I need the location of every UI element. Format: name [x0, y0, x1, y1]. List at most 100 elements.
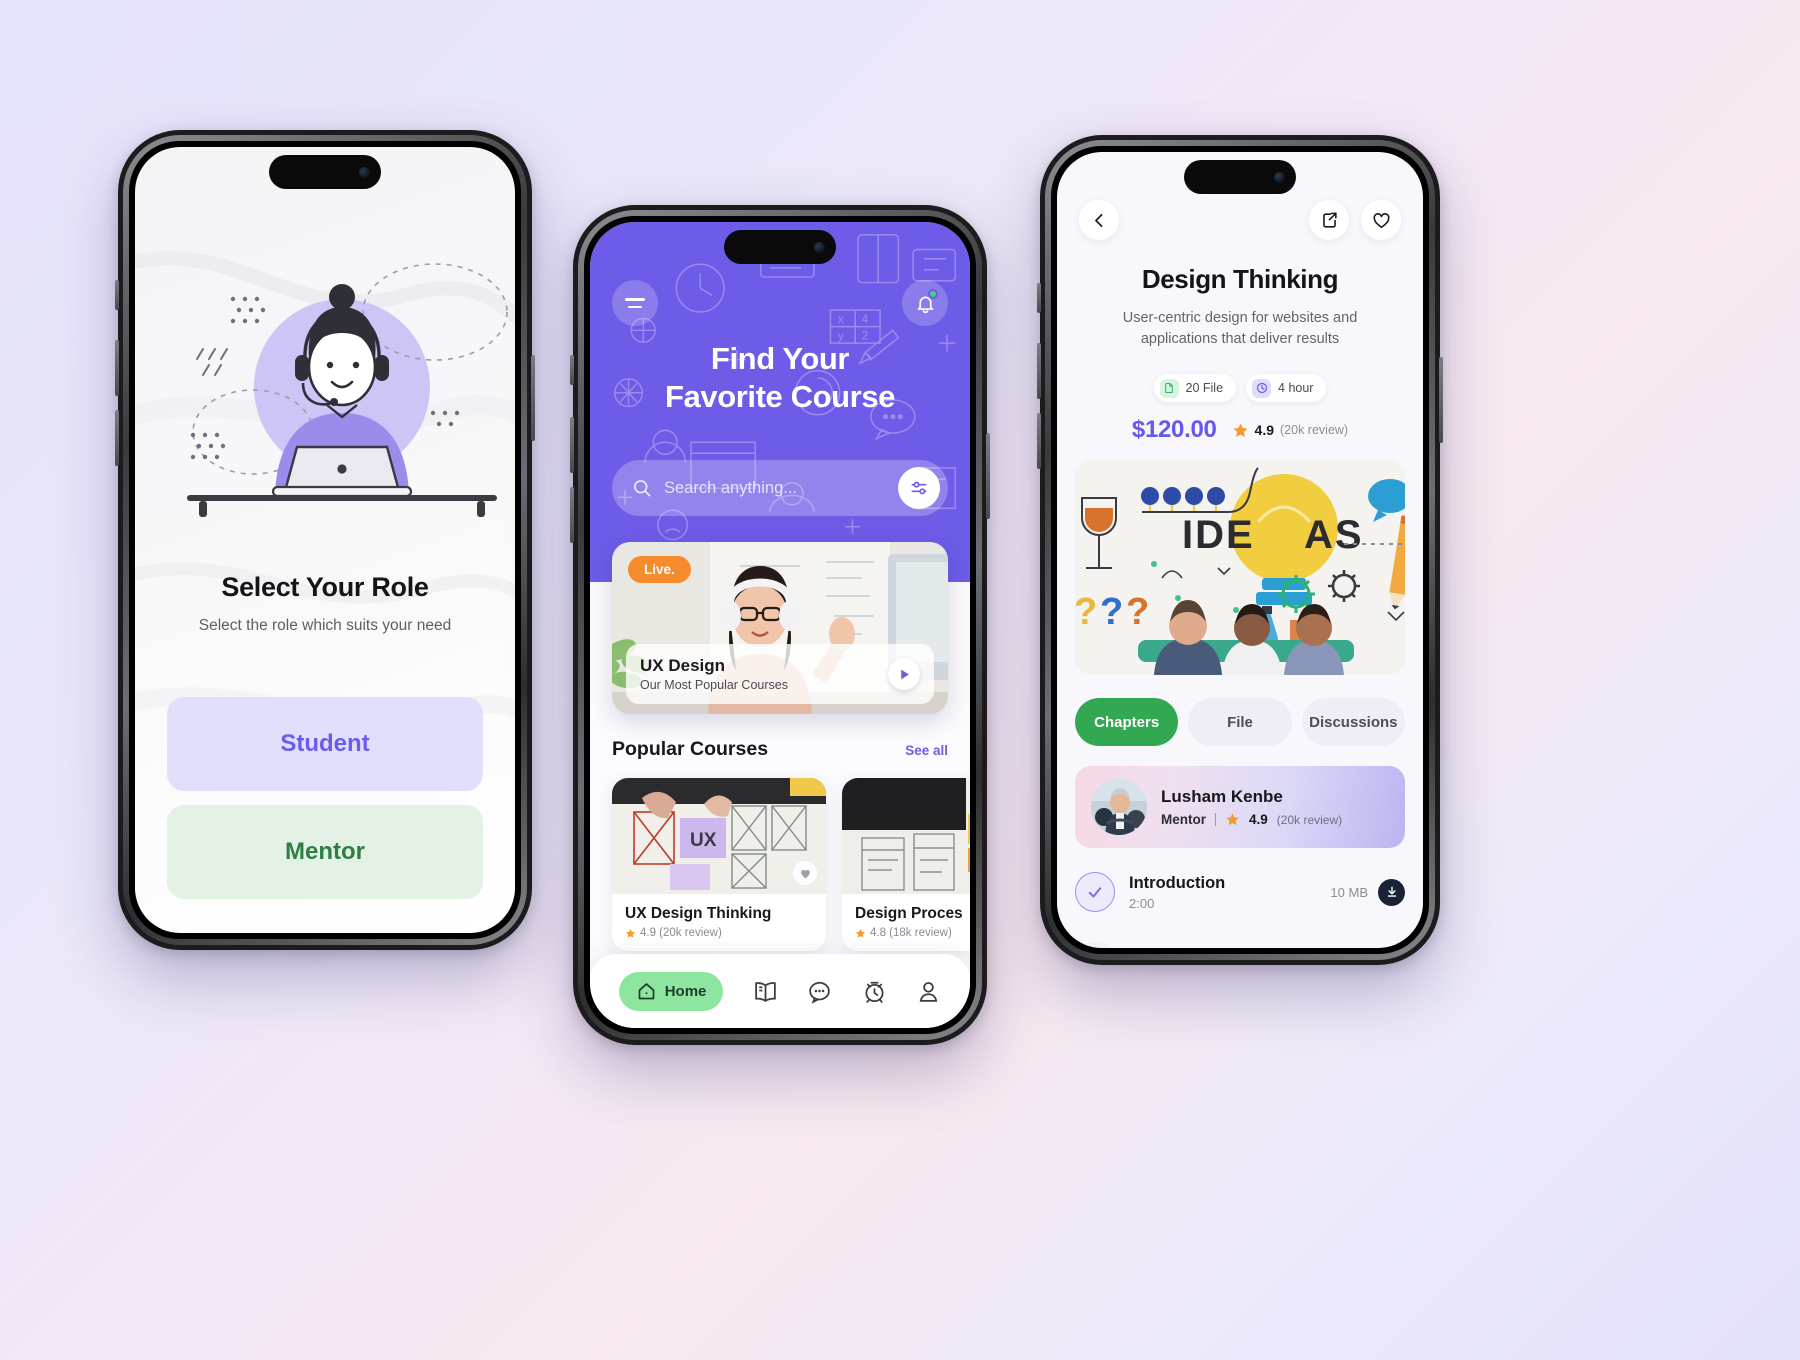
svg-text:?: ? — [1075, 591, 1097, 633]
hamburger-menu-icon[interactable] — [612, 280, 658, 326]
front-camera-icon — [814, 241, 825, 253]
mentor-role: Mentor — [1161, 812, 1206, 827]
play-glyph — [900, 669, 909, 679]
svg-text:AS: AS — [1304, 513, 1364, 557]
phone2-volume-down-button[interactable] — [570, 487, 574, 543]
tab-file[interactable]: File — [1188, 698, 1292, 746]
mentor-role-button[interactable]: Mentor — [167, 805, 483, 899]
phone2-inner: x 4 y 2 Find Your Favorite Course Search… — [584, 216, 976, 1034]
heart-glyph — [800, 869, 810, 878]
phone3-inner: Design Thinking User-centric design for … — [1051, 146, 1429, 954]
chapter-info: Introduction 2:00 — [1129, 874, 1225, 911]
course-rating: 4.9 (20k review) — [1232, 422, 1348, 439]
download-icon[interactable] — [1378, 878, 1405, 906]
tab-reminders[interactable] — [862, 979, 887, 1004]
play-icon[interactable] — [888, 658, 920, 690]
bottom-navigation-bar: Home — [590, 954, 970, 1028]
tab-home[interactable]: Home — [618, 971, 724, 1011]
toolbar-actions — [1309, 200, 1401, 240]
home-heading: Find Your Favorite Course — [590, 340, 970, 416]
book-icon — [755, 981, 776, 1002]
phone1-volume-down-button[interactable] — [115, 410, 119, 466]
phone3-power-button[interactable] — [1439, 357, 1443, 443]
sliders-filter-icon[interactable] — [898, 467, 940, 509]
bell-icon[interactable] — [902, 280, 948, 326]
course-hero-image: IDE AS ? ? ? — [1075, 460, 1405, 675]
chapter-row[interactable]: Instant Idea 200 MB — [1075, 942, 1405, 948]
svg-text:?: ? — [1126, 591, 1149, 633]
svg-text:UX: UX — [690, 830, 717, 851]
svg-text:x: x — [838, 312, 844, 326]
check-circle-icon — [1075, 872, 1115, 912]
chevron-left-icon — [1094, 213, 1102, 227]
tab-home-label: Home — [664, 982, 707, 1000]
live-card-text: UX Design Our Most Popular Courses — [640, 656, 788, 692]
mentor-card[interactable]: Lusham Kenbe Mentor 4.9 (20k review) — [1075, 766, 1405, 848]
file-icon — [1159, 378, 1179, 398]
course-detail-tabs: Chapters File Discussions — [1075, 698, 1405, 746]
mentor-info: Lusham Kenbe Mentor 4.9 (20k review) — [1161, 787, 1342, 827]
mentor-role-label: Mentor — [285, 838, 365, 865]
heart-icon[interactable] — [793, 861, 817, 885]
phone2-power-button[interactable] — [986, 433, 990, 519]
mentor-meta: Mentor 4.9 (20k review) — [1161, 812, 1342, 827]
tab-library[interactable] — [753, 979, 778, 1004]
course-detail-screen: Design Thinking User-centric design for … — [1057, 152, 1423, 948]
back-button[interactable] — [1079, 200, 1119, 240]
star-icon — [1226, 813, 1239, 826]
search-input[interactable]: Search anything... — [664, 479, 898, 498]
live-card-title: UX Design — [640, 656, 726, 675]
share-icon — [1322, 212, 1337, 228]
see-all-link[interactable]: See all — [905, 743, 948, 758]
phone2-mute-button[interactable] — [570, 355, 574, 385]
course-card[interactable]: Design Proces 4.8 (18k review) — [842, 778, 970, 951]
front-camera-icon — [1274, 171, 1285, 183]
course-card[interactable]: UX UX Design Thinking 4.9 (20k review) — [612, 778, 826, 951]
mockup-stage: Select Your Role Select the role which s… — [0, 0, 1800, 1360]
course-subtitle: User-centric design for websites and app… — [1122, 310, 1358, 347]
phone3-volume-down-button[interactable] — [1037, 413, 1041, 469]
phone3-volume-up-button[interactable] — [1037, 343, 1041, 399]
front-camera-icon — [359, 166, 370, 178]
notification-dot — [928, 289, 938, 299]
duration-badge: 4 hour — [1246, 374, 1327, 402]
live-card-overlay: UX Design Our Most Popular Courses — [626, 644, 934, 704]
heart-icon — [1372, 212, 1390, 228]
live-course-card[interactable]: Live. UX Design Our Most Popular Courses — [612, 542, 948, 714]
course-rating-text: 4.9 (20k review) — [640, 927, 722, 939]
course-thumbnail: UX — [612, 778, 826, 894]
hamburger-line — [628, 305, 642, 309]
tab-discussions[interactable]: Discussions — [1301, 698, 1405, 746]
share-button[interactable] — [1309, 200, 1349, 240]
person-icon — [919, 981, 938, 1002]
chapter-row[interactable]: Introduction 2:00 10 MB — [1075, 872, 1405, 912]
chapter-duration: 2:00 — [1129, 895, 1155, 911]
avatar — [1091, 779, 1147, 835]
chapter-size: 10 MB — [1330, 884, 1368, 900]
star-icon — [625, 928, 636, 938]
chapter-actions: 10 MB — [1330, 878, 1405, 906]
home-screen: x 4 y 2 Find Your Favorite Course Search… — [590, 222, 970, 1028]
phone3-mute-button[interactable] — [1037, 283, 1041, 313]
divider — [1215, 813, 1216, 826]
svg-text:IDE: IDE — [1182, 513, 1255, 557]
phone1-volume-up-button[interactable] — [115, 340, 119, 396]
favorite-button[interactable] — [1361, 200, 1401, 240]
phone1-mute-button[interactable] — [115, 280, 119, 310]
course-price: $120.00 — [1131, 416, 1217, 443]
phone-mockup-home: x 4 y 2 Find Your Favorite Course Search… — [570, 205, 990, 1045]
tab-chapters[interactable]: Chapters — [1075, 698, 1179, 746]
search-bar[interactable]: Search anything... — [612, 460, 948, 516]
course-price-row: $120.00 4.9 (20k review) — [1057, 416, 1423, 444]
phone2-volume-up-button[interactable] — [570, 417, 574, 473]
page-subtitle: Select the role which suits your need — [198, 617, 452, 634]
popular-courses-header: Popular Courses See all — [612, 738, 948, 761]
page-title: Select Your Role — [221, 572, 429, 602]
student-role-button[interactable]: Student — [167, 697, 483, 791]
phone1-power-button[interactable] — [531, 355, 535, 441]
tab-messages[interactable] — [807, 979, 832, 1004]
phone2-dynamic-island — [724, 230, 836, 264]
chapter-name: Introduction — [1129, 873, 1226, 892]
hamburger-line — [625, 297, 645, 301]
tab-profile[interactable] — [916, 979, 941, 1004]
